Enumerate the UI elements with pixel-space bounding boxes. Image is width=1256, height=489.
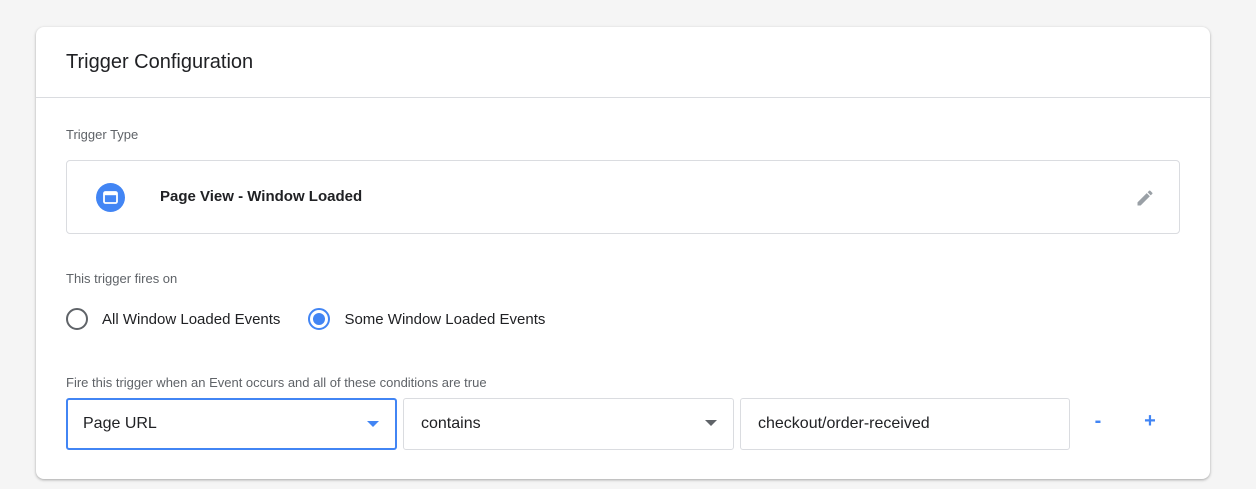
- value-input-text: checkout/order-received: [758, 415, 930, 432]
- add-condition-button[interactable]: +: [1138, 409, 1162, 433]
- variable-select-value: Page URL: [83, 415, 157, 432]
- radio-all-window-loaded-events[interactable]: All Window Loaded Events: [66, 308, 280, 330]
- card-header: Trigger Configuration: [36, 27, 1210, 98]
- radio-some-window-loaded-events[interactable]: Some Window Loaded Events: [308, 308, 545, 330]
- radio-dot: [313, 313, 326, 325]
- radio-label: Some Window Loaded Events: [344, 310, 546, 328]
- operator-select[interactable]: contains: [403, 398, 734, 450]
- conditions-label: Fire this trigger when an Event occurs a…: [66, 375, 487, 390]
- card-title: Trigger Configuration: [66, 50, 254, 73]
- variable-select[interactable]: Page URL: [66, 398, 397, 450]
- radio-label: All Window Loaded Events: [102, 310, 281, 328]
- trigger-type-label: Trigger Type: [66, 127, 139, 142]
- radio-unchecked-icon[interactable]: [66, 308, 88, 330]
- radio-checked-icon[interactable]: [308, 308, 331, 330]
- window-icon: [96, 183, 125, 212]
- trigger-type-selector[interactable]: Page View - Window Loaded: [66, 160, 1180, 234]
- operator-select-value: contains: [421, 415, 481, 432]
- trigger-configuration-card: Trigger Configuration Trigger Type Page …: [36, 27, 1210, 479]
- fires-on-label: This trigger fires on: [66, 271, 178, 286]
- chevron-down-icon: [705, 420, 717, 426]
- remove-condition-button[interactable]: -: [1086, 409, 1110, 433]
- trigger-type-name: Page View - Window Loaded: [160, 188, 363, 205]
- fires-on-radio-group: All Window Loaded Events Some Window Loa…: [66, 304, 545, 334]
- pencil-icon[interactable]: [1132, 185, 1158, 211]
- value-input[interactable]: checkout/order-received: [740, 398, 1070, 450]
- chevron-down-icon: [367, 421, 379, 427]
